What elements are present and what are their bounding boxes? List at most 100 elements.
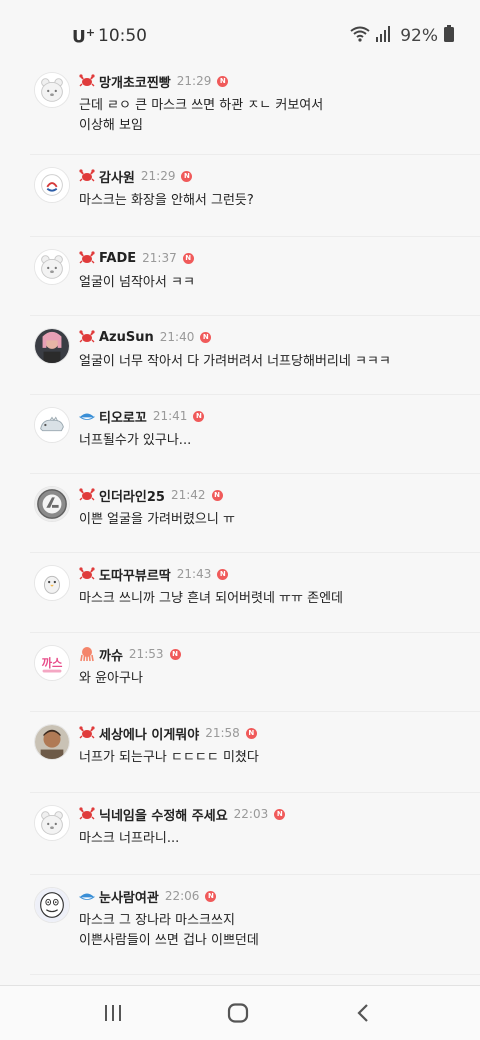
user-avatar[interactable] xyxy=(34,167,70,203)
user-avatar[interactable] xyxy=(34,805,70,841)
new-badge: N xyxy=(200,331,212,343)
comment-header: 망개초코찐빵 21:29 N xyxy=(79,70,229,92)
user-avatar[interactable] xyxy=(34,328,70,364)
comment-text: 너프될수가 있구나... xyxy=(79,433,192,448)
fish-icon xyxy=(78,408,96,424)
comment-text: 마스크 그 장나라 마스크쓰지 이쁜사람들이 쓰면 겁나 이쁘던데 xyxy=(79,913,259,948)
comment-text: 마스크는 화장을 안해서 그런듯? xyxy=(79,193,254,208)
comment-item[interactable]: FADE 21:37 N 얼굴이 넘작아서 ㅋㅋ xyxy=(30,237,480,316)
comment-header: 닉네임을 수정해 주세요 22:03 N xyxy=(79,803,286,825)
comment-header: 눈사람여관 22:06 N xyxy=(78,885,217,907)
new-badge: N xyxy=(181,170,193,182)
comment-nickname[interactable]: 닉네임을 수정해 주세요 xyxy=(99,805,228,824)
crab-icon xyxy=(79,73,95,89)
crab-icon xyxy=(79,329,95,345)
comment-header: 티오로꼬 21:41 N xyxy=(78,405,205,427)
comment-item[interactable]: 도따꾸뷰르딱 21:43 N 마스크 쓰니까 그냥 흔녀 되어버렷네 ㅠㅠ 존엔데 xyxy=(30,553,480,633)
new-badge: N xyxy=(211,489,223,501)
crab-icon xyxy=(79,806,95,822)
comment-item[interactable]: 눈사람여관 22:06 N 마스크 그 장나라 마스크쓰지 이쁜사람들이 쓰면 겁나 … xyxy=(30,875,480,975)
battery-icon xyxy=(444,25,454,47)
comment-time: 21:58 xyxy=(205,726,240,740)
comment-time: 21:53 xyxy=(128,647,164,661)
comment-header: 까슈 21:53 N xyxy=(79,643,181,665)
comment-nickname[interactable]: 눈사람여관 xyxy=(99,887,159,906)
user-avatar[interactable] xyxy=(34,887,70,923)
user-avatar[interactable]: 까스 xyxy=(34,645,70,681)
comment-nickname[interactable]: 도따꾸뷰르딱 xyxy=(99,565,171,584)
comment-time: 21:29 xyxy=(140,169,176,183)
user-avatar[interactable] xyxy=(34,249,70,285)
comment-time: 21:43 xyxy=(176,567,212,581)
comment-time: 21:42 xyxy=(170,488,206,502)
comment-text: 얼굴이 너무 작아서 다 가려버려서 너프당해버리네 ㅋㅋㅋ xyxy=(79,354,391,369)
user-avatar[interactable] xyxy=(34,407,70,443)
comment-item[interactable]: 까스 까슈 21:53 N 와 윤아구나 xyxy=(30,633,480,712)
comment-header: 감사원 21:29 N xyxy=(79,165,193,187)
comment-header: 세상에나 이게뭐야 21:58 N xyxy=(79,722,257,744)
comment-nickname[interactable]: 세상에나 이게뭐야 xyxy=(99,724,199,743)
comment-time: 21:40 xyxy=(159,330,195,344)
new-badge: N xyxy=(245,727,257,739)
signal-icon xyxy=(376,25,391,47)
user-avatar[interactable] xyxy=(34,486,70,522)
status-clock: 10:50 xyxy=(98,26,147,46)
crab-icon xyxy=(79,250,95,266)
comment-nickname[interactable]: 감사원 xyxy=(99,167,135,186)
svg-text:까스: 까스 xyxy=(42,656,63,670)
comment-nickname[interactable]: 인더라인25 xyxy=(99,486,165,505)
battery-percent: 92% xyxy=(400,26,438,46)
recent-apps-icon xyxy=(105,1005,121,1021)
new-badge: N xyxy=(182,252,194,264)
comment-time: 21:37 xyxy=(142,251,177,265)
comment-item[interactable]: 티오로꼬 21:41 N 너프될수가 있구나... xyxy=(30,395,480,474)
comment-item[interactable]: 인더라인25 21:42 N 이쁜 얼굴을 가려버렸으니 ㅠ xyxy=(30,474,480,553)
crab-icon xyxy=(79,487,95,503)
carrier-label: U+ xyxy=(72,26,96,48)
user-avatar[interactable] xyxy=(34,565,70,601)
comment-time: 21:41 xyxy=(152,409,188,423)
back-icon xyxy=(357,1004,368,1022)
comment-nickname[interactable]: AzuSun xyxy=(99,330,154,345)
octopus-icon xyxy=(79,646,95,662)
comment-nickname[interactable]: 망개초코찐빵 xyxy=(99,72,171,91)
comment-text: 와 윤아구나 xyxy=(79,671,143,686)
comment-nickname[interactable]: 까슈 xyxy=(99,645,123,664)
comment-header: 인더라인25 21:42 N xyxy=(79,484,223,506)
new-badge: N xyxy=(205,890,217,902)
comment-nickname[interactable]: 티오로꼬 xyxy=(99,407,147,426)
new-badge: N xyxy=(217,75,229,87)
comment-text: 얼굴이 넘작아서 ㅋㅋ xyxy=(79,275,195,290)
user-avatar[interactable] xyxy=(34,72,70,108)
comment-item[interactable]: 세상에나 이게뭐야 21:58 N 너프가 되는구나 ㄷㄷㄷㄷ 미쳤다 xyxy=(30,712,480,793)
comment-nickname[interactable]: FADE xyxy=(99,251,136,266)
comment-time: 22:06 xyxy=(164,889,200,903)
crab-icon xyxy=(79,725,95,741)
comment-text: 너프가 되는구나 ㄷㄷㄷㄷ 미쳤다 xyxy=(79,750,259,765)
status-icons: 92% xyxy=(350,24,454,48)
crab-icon xyxy=(79,566,95,582)
comment-header: AzuSun 21:40 N xyxy=(79,326,212,348)
home-icon xyxy=(227,1003,249,1023)
new-badge: N xyxy=(274,808,286,820)
comment-item[interactable]: 닉네임을 수정해 주세요 22:03 N 마스크 너프라니... xyxy=(30,793,480,875)
comment-item[interactable]: 감사원 21:29 N 마스크는 화장을 안해서 그런듯? xyxy=(30,155,480,237)
comment-list[interactable]: 망개초코찐빵 21:29 N 근데 ㄹㅇ 큰 마스크 쓰면 하관 ㅈㄴ 커보여서 이상… xyxy=(0,60,480,985)
home-button[interactable] xyxy=(218,998,258,1028)
recent-apps-button[interactable] xyxy=(93,998,133,1028)
new-badge: N xyxy=(169,648,181,660)
comment-time: 21:29 xyxy=(176,74,212,88)
wifi-icon xyxy=(350,26,370,47)
comment-item[interactable]: AzuSun 21:40 N 얼굴이 너무 작아서 다 가려버려서 너프당해버리네 ㅋ… xyxy=(30,316,480,395)
comment-header: FADE 21:37 N xyxy=(79,247,194,269)
user-avatar[interactable] xyxy=(34,724,70,760)
crab-icon xyxy=(79,168,95,184)
comment-time: 22:03 xyxy=(233,807,269,821)
comment-text: 마스크 쓰니까 그냥 흔녀 되어버렷네 ㅠㅠ 존엔데 xyxy=(79,591,343,606)
back-button[interactable] xyxy=(343,998,383,1028)
fish-icon xyxy=(78,888,96,904)
comment-header: 도따꾸뷰르딱 21:43 N xyxy=(79,563,229,585)
comment-item[interactable]: 망개초코찐빵 21:29 N 근데 ㄹㅇ 큰 마스크 쓰면 하관 ㅈㄴ 커보여서 이상… xyxy=(30,60,480,155)
new-badge: N xyxy=(217,568,229,580)
comment-text: 이쁜 얼굴을 가려버렸으니 ㅠ xyxy=(79,512,235,527)
